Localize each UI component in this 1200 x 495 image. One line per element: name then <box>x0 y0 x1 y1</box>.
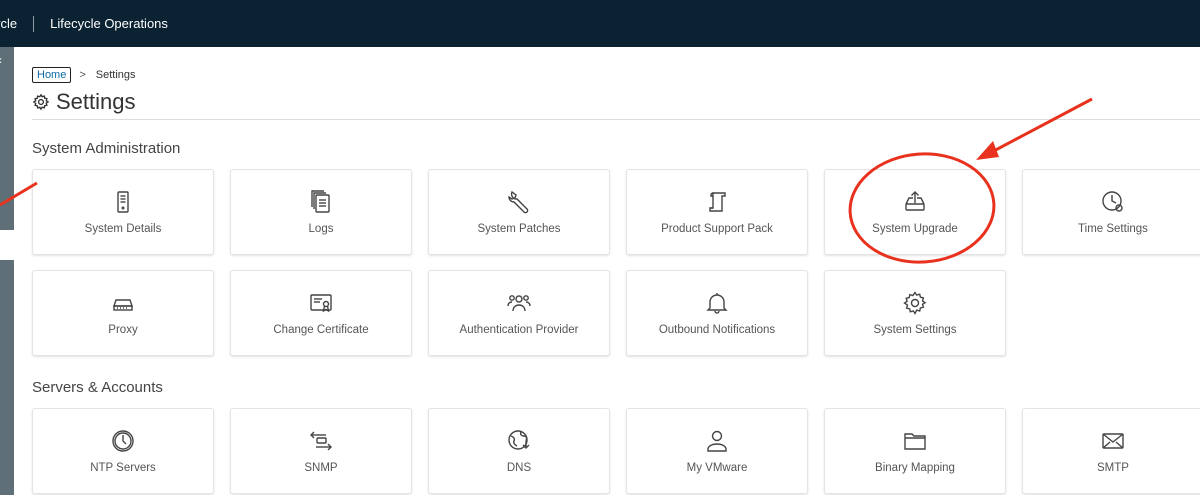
tile-authentication-provider[interactable]: Authentication Provider <box>428 270 610 356</box>
tile-label: Outbound Notifications <box>658 324 776 336</box>
topbar-divider <box>33 15 35 32</box>
breadcrumb-separator: > <box>79 69 86 81</box>
envelope-icon <box>1102 433 1124 449</box>
certificate-icon <box>310 294 332 313</box>
tile-label: My VMware <box>686 462 748 474</box>
title-divider <box>32 119 1200 120</box>
upload-tray-icon <box>905 191 925 211</box>
tile-ntp-servers[interactable]: NTP Servers <box>32 408 214 494</box>
globe-icon <box>508 430 530 450</box>
tile-binary-mapping[interactable]: Binary Mapping <box>824 408 1006 494</box>
clock-icon <box>112 430 134 452</box>
app-name[interactable]: ycle <box>0 16 17 31</box>
topbar-section-lifecycle-operations[interactable]: Lifecycle Operations <box>50 16 168 31</box>
chevron-left-icon[interactable]: ‹ <box>0 53 2 67</box>
tile-system-patches[interactable]: System Patches <box>428 169 610 255</box>
section-heading-system-administration: System Administration <box>32 140 181 157</box>
tile-label: Authentication Provider <box>459 324 579 336</box>
tile-change-certificate[interactable]: Change Certificate <box>230 270 412 356</box>
arrows-exchange-icon <box>310 431 332 451</box>
tile-time-settings[interactable]: Time Settings <box>1022 169 1200 255</box>
breadcrumb-home-link[interactable]: Home <box>32 67 72 83</box>
tile-smtp[interactable]: SMTP <box>1022 408 1200 494</box>
sidebar-gap <box>0 230 14 260</box>
tile-system-upgrade[interactable]: System Upgrade <box>824 169 1006 255</box>
tile-logs[interactable]: Logs <box>230 169 412 255</box>
tile-label: DNS <box>506 462 532 474</box>
tile-system-details[interactable]: System Details <box>32 169 214 255</box>
tile-system-settings[interactable]: System Settings <box>824 270 1006 356</box>
bell-icon <box>706 293 728 314</box>
logs-icon <box>311 190 330 213</box>
clock-gear-icon <box>1102 191 1123 212</box>
wrench-icon <box>508 190 529 214</box>
tile-label: Proxy <box>108 324 138 336</box>
breadcrumb-current: Settings <box>95 69 136 81</box>
page-title-row: Settings <box>32 89 136 115</box>
tile-snmp[interactable]: SNMP <box>230 408 412 494</box>
tile-label: Time Settings <box>1078 223 1148 235</box>
tile-outbound-notifications[interactable]: Outbound Notifications <box>626 270 808 356</box>
main-content: Home > Settings Settings System Administ… <box>32 47 1200 495</box>
page-title: Settings <box>56 89 136 114</box>
scroll-icon <box>709 192 726 212</box>
tile-product-support-pack[interactable]: Product Support Pack <box>626 169 808 255</box>
tile-label: Change Certificate <box>273 324 369 336</box>
section-heading-servers-accounts: Servers & Accounts <box>32 379 163 396</box>
tile-label: Binary Mapping <box>875 462 955 474</box>
tile-my-vmware[interactable]: My VMware <box>626 408 808 494</box>
breadcrumb: Home > Settings <box>32 67 136 83</box>
network-switch-icon <box>113 299 133 311</box>
gear-icon <box>903 291 927 315</box>
gear-icon <box>32 93 50 111</box>
top-navigation-bar: ycle Lifecycle Operations <box>0 0 1200 47</box>
tile-label: System Patches <box>477 223 561 235</box>
users-icon <box>507 295 531 312</box>
tile-label: System Details <box>84 223 162 235</box>
collapsed-sidebar[interactable]: ‹ <box>0 47 14 495</box>
tile-label: Logs <box>308 223 334 235</box>
tile-label: NTP Servers <box>90 462 156 474</box>
tile-proxy[interactable]: Proxy <box>32 270 214 356</box>
tile-label: SMTP <box>1097 462 1129 474</box>
tile-label: Product Support Pack <box>661 223 773 235</box>
tile-label: SNMP <box>304 462 338 474</box>
tile-dns[interactable]: DNS <box>428 408 610 494</box>
tile-label: System Settings <box>873 324 957 336</box>
server-icon <box>117 191 129 213</box>
folder-icon <box>904 433 926 450</box>
tile-label: System Upgrade <box>872 223 958 235</box>
user-icon <box>707 430 727 452</box>
